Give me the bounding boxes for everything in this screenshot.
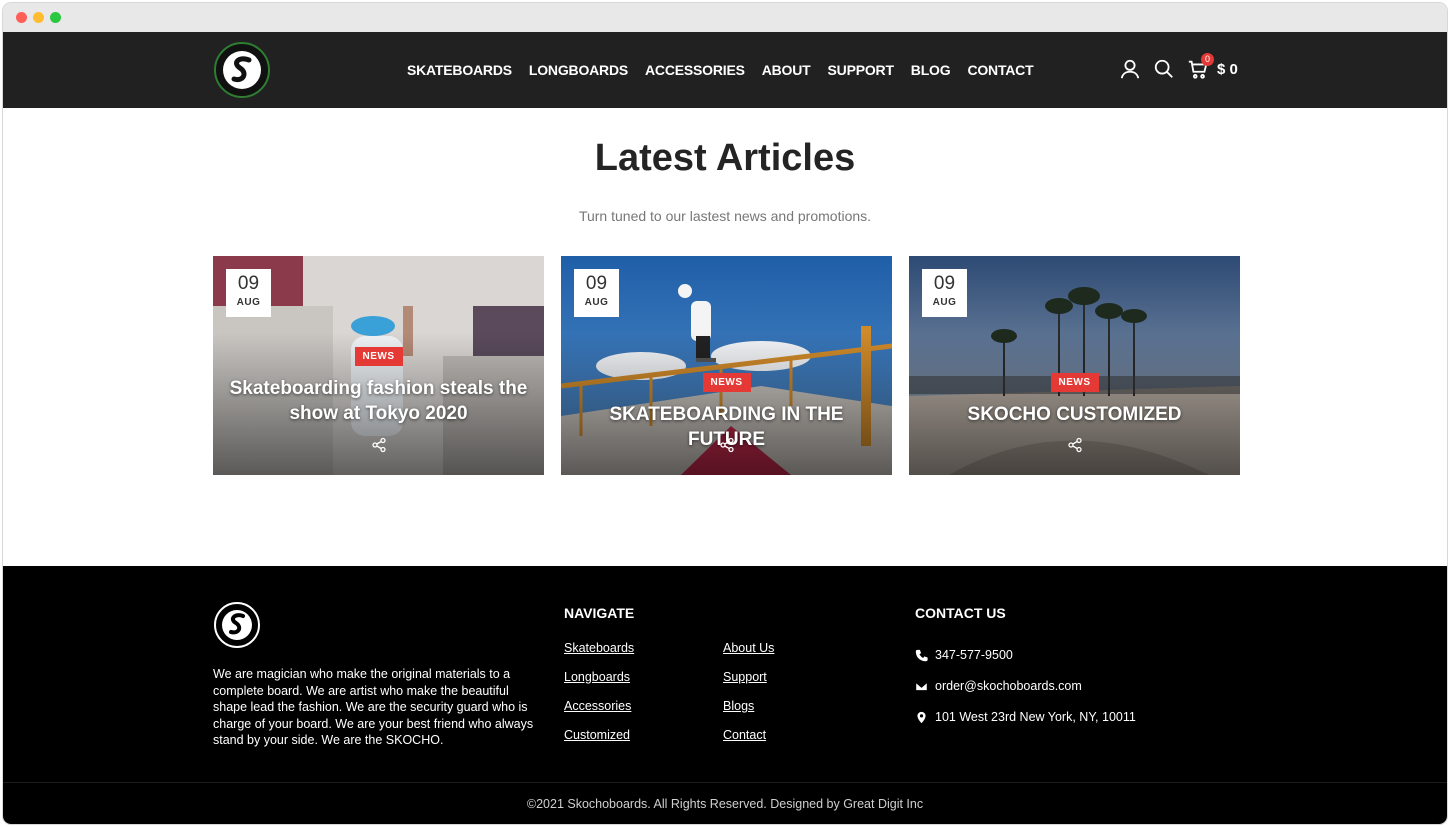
page-subtitle: Turn tuned to our lastest news and promo… [578,208,872,224]
nav-accessories[interactable]: ACCESSORIES [645,62,745,78]
site-header: SKATEBOARDS LONGBOARDS ACCESSORIES ABOUT… [3,32,1447,108]
category-badge[interactable]: NEWS [354,347,403,366]
site-footer: We are magician who make the original ma… [3,566,1447,824]
category-badge[interactable]: NEWS [1050,373,1099,392]
article-card[interactable]: 09 AUG NEWS SKOCHO CUSTOMIZED [909,256,1240,475]
copyright-bar: ©2021 Skochoboards. All Rights Reserved.… [3,782,1447,824]
date-month: AUG [932,297,957,308]
skocho-logo[interactable] [213,41,271,99]
footer-email[interactable]: order@skochoboards.com [915,679,1082,693]
email-address: order@skochoboards.com [935,679,1082,693]
footer-link-accessories[interactable]: Accessories [564,699,631,713]
phone-number: 347-577-9500 [935,648,1013,662]
nav-about[interactable]: ABOUT [762,62,811,78]
footer-link-customized[interactable]: Customized [564,728,630,742]
window-titlebar [3,3,1447,32]
footer-about-text: We are magician who make the original ma… [213,667,534,747]
user-icon[interactable] [1119,58,1141,80]
footer-link-skateboards[interactable]: Skateboards [564,641,634,655]
nav-skateboards[interactable]: SKATEBOARDS [407,62,512,78]
footer-contact-heading: CONTACT US [915,605,1006,621]
footer-link-contact[interactable]: Contact [723,728,766,742]
cart-count-badge: 0 [1201,53,1214,66]
date-day: 09 [237,273,260,294]
date-month: AUG [584,297,609,308]
header-actions: 0 $ 0 [1119,53,1238,80]
location-pin-icon [917,711,926,723]
nav-support[interactable]: SUPPORT [828,62,894,78]
date-box: 09 AUG [226,269,271,317]
footer-logo[interactable] [213,601,261,649]
search-icon[interactable] [1153,58,1175,80]
date-box: 09 AUG [574,269,619,317]
page-title: Latest Articles [594,137,856,179]
envelope-icon [915,681,928,691]
share-icon[interactable] [1067,437,1083,453]
share-icon[interactable] [371,437,387,453]
main-nav: SKATEBOARDS LONGBOARDS ACCESSORIES ABOUT… [407,62,1034,78]
articles-grid: 09 AUG NEWS Skateboarding fashion steals… [213,256,1240,475]
minimize-window-button[interactable] [33,12,44,23]
footer-phone[interactable]: 347-577-9500 [915,648,1013,662]
maximize-window-button[interactable] [50,12,61,23]
close-window-button[interactable] [16,12,27,23]
date-month: AUG [236,297,261,308]
footer-link-blogs[interactable]: Blogs [723,699,754,713]
nav-contact[interactable]: CONTACT [967,62,1033,78]
share-icon[interactable] [719,437,735,453]
nav-longboards[interactable]: LONGBOARDS [529,62,628,78]
cart-total[interactable]: $ 0 [1217,61,1238,78]
footer-link-about-us[interactable]: About Us [723,641,774,655]
footer-link-longboards[interactable]: Longboards [564,670,630,684]
date-day: 09 [933,273,956,294]
article-card[interactable]: 09 AUG NEWS Skateboarding fashion steals… [213,256,544,475]
date-box: 09 AUG [922,269,967,317]
category-badge[interactable]: NEWS [702,373,751,392]
footer-link-support[interactable]: Support [723,670,767,684]
footer-address[interactable]: 101 West 23rd New York, NY, 10011 [915,710,1136,724]
article-title[interactable]: Skateboarding fashion steals the show at… [223,376,534,426]
footer-navigate-heading: NAVIGATE [564,605,635,621]
phone-icon [915,649,928,661]
street-address: 101 West 23rd New York, NY, 10011 [935,710,1136,724]
browser-window: SKATEBOARDS LONGBOARDS ACCESSORIES ABOUT… [3,3,1447,824]
nav-blog[interactable]: BLOG [911,62,951,78]
article-title[interactable]: SKOCHO CUSTOMIZED [919,402,1230,427]
cart-button[interactable]: 0 [1187,53,1214,80]
date-day: 09 [585,273,608,294]
article-card[interactable]: 09 AUG NEWS SKATEBOARDING IN THE FUTURE [561,256,892,475]
